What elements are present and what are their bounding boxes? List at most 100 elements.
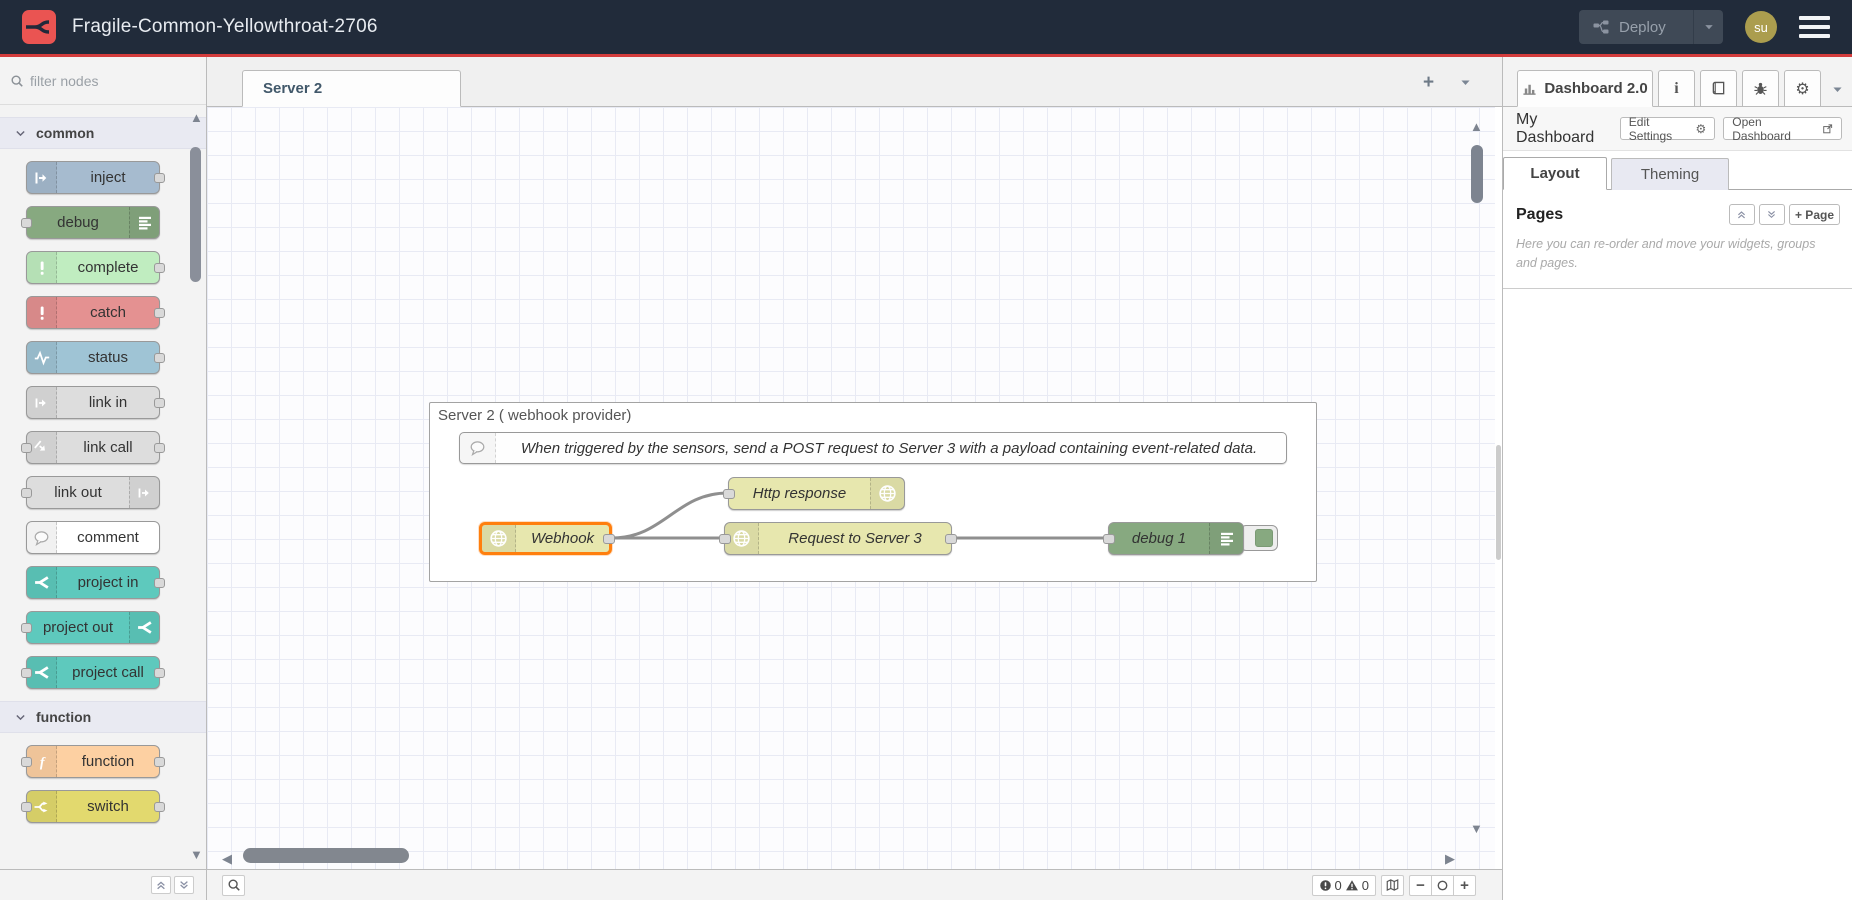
filter-nodes-input[interactable] bbox=[30, 73, 180, 89]
tab-layout[interactable]: Layout bbox=[1503, 157, 1607, 190]
palette-node-project-call[interactable]: project call bbox=[26, 656, 160, 689]
main-menu-button[interactable] bbox=[1799, 16, 1830, 38]
scroll-up-icon[interactable]: ▲ bbox=[190, 111, 203, 124]
collapse-pages-button[interactable] bbox=[1729, 204, 1755, 225]
palette-node-status[interactable]: status bbox=[26, 341, 160, 374]
palette-category-function[interactable]: function bbox=[0, 701, 206, 733]
canvas-hscrollbar-thumb[interactable] bbox=[243, 848, 409, 863]
user-avatar[interactable]: su bbox=[1745, 11, 1777, 43]
node-output-port[interactable] bbox=[154, 668, 165, 678]
palette-node-project-out[interactable]: project out bbox=[26, 611, 160, 644]
node-input-port[interactable] bbox=[1103, 534, 1115, 544]
palette-node-debug[interactable]: debug bbox=[26, 206, 160, 239]
flow-node-request-to-server-3[interactable]: Request to Server 3 bbox=[724, 522, 952, 555]
palette-node-link-in[interactable]: link in bbox=[26, 386, 160, 419]
open-dashboard-button[interactable]: Open Dashboard bbox=[1723, 117, 1842, 140]
zoom-in-button[interactable]: + bbox=[1453, 875, 1476, 896]
deploy-options-button[interactable] bbox=[1693, 10, 1723, 44]
tab-info[interactable]: i bbox=[1658, 70, 1695, 107]
node-output-port[interactable] bbox=[154, 263, 165, 273]
node-output-port[interactable] bbox=[154, 443, 165, 453]
debug-icon bbox=[1219, 530, 1235, 547]
tab-dashboard-2[interactable]: Dashboard 2.0 bbox=[1517, 70, 1653, 107]
instance-title: Fragile-Common-Yellowthroat-2706 bbox=[72, 16, 378, 38]
node-output-port[interactable] bbox=[154, 308, 165, 318]
sidebar-splitter[interactable] bbox=[1495, 107, 1502, 869]
node-output-port[interactable] bbox=[603, 534, 615, 544]
node-output-port[interactable] bbox=[154, 398, 165, 408]
node-input-port[interactable] bbox=[21, 757, 32, 767]
add-page-button[interactable]: + Page bbox=[1789, 204, 1840, 225]
scroll-down-icon[interactable]: ▼ bbox=[190, 848, 203, 861]
palette-node-link-out[interactable]: link out bbox=[26, 476, 160, 509]
minus-icon: − bbox=[1416, 878, 1425, 893]
palette-node-function[interactable]: ffunction bbox=[26, 745, 160, 778]
node-input-port[interactable] bbox=[21, 443, 32, 453]
deploy-button[interactable]: Deploy bbox=[1579, 10, 1723, 44]
node-output-port[interactable] bbox=[154, 578, 165, 588]
palette-node-link-call[interactable]: link call bbox=[26, 431, 160, 464]
exclamation-icon bbox=[34, 259, 50, 277]
flow-node-label: Request to Server 3 bbox=[759, 523, 951, 554]
palette-node-complete[interactable]: complete bbox=[26, 251, 160, 284]
canvas-scroll-up-icon[interactable]: ▲ bbox=[1470, 120, 1483, 133]
sidebar-tab-list-button[interactable] bbox=[1831, 83, 1844, 96]
palette-node-project-in[interactable]: project in bbox=[26, 566, 160, 599]
palette-node-inject[interactable]: inject bbox=[26, 161, 160, 194]
palette-node-catch[interactable]: catch bbox=[26, 296, 160, 329]
canvas-vscrollbar-thumb[interactable] bbox=[1471, 145, 1483, 203]
node-input-port[interactable] bbox=[21, 668, 32, 678]
tab-config-nodes[interactable]: ⚙ bbox=[1784, 70, 1821, 107]
flow-node-debug-1[interactable]: debug 1 bbox=[1108, 522, 1244, 555]
node-input-port[interactable] bbox=[719, 534, 731, 544]
palette-category-label: function bbox=[36, 709, 91, 725]
tab-help[interactable] bbox=[1700, 70, 1737, 107]
node-output-port[interactable] bbox=[154, 353, 165, 363]
node-output-port[interactable] bbox=[154, 173, 165, 183]
expand-pages-button[interactable] bbox=[1759, 204, 1785, 225]
tab-theming[interactable]: Theming bbox=[1611, 158, 1729, 190]
debug-enable-toggle[interactable] bbox=[1240, 525, 1278, 551]
palette-scrollbar-thumb[interactable] bbox=[190, 147, 201, 282]
edit-settings-button[interactable]: Edit Settings ⚙ bbox=[1620, 117, 1715, 140]
canvas-scroll-right-icon[interactable]: ▶ bbox=[1445, 852, 1455, 865]
node-input-port[interactable] bbox=[21, 218, 32, 228]
node-input-port[interactable] bbox=[21, 802, 32, 812]
comment-node[interactable]: When triggered by the sensors, send a PO… bbox=[459, 432, 1287, 464]
palette-node-switch[interactable]: switch bbox=[26, 790, 160, 823]
sidebar-divider bbox=[1503, 288, 1852, 289]
palette-category-common[interactable]: common bbox=[0, 117, 206, 149]
palette-node-comment[interactable]: comment bbox=[26, 521, 160, 554]
flow-canvas[interactable]: ▲ ▼ ◀ ▶ Server 2 ( webhook provider)When… bbox=[207, 107, 1495, 869]
navigator-button[interactable] bbox=[1381, 875, 1404, 896]
zoom-reset-button[interactable] bbox=[1431, 875, 1454, 896]
expand-all-categories-button[interactable] bbox=[174, 876, 194, 894]
canvas-scroll-left-icon[interactable]: ◀ bbox=[222, 852, 232, 865]
theming-tab-label: Theming bbox=[1641, 166, 1699, 183]
flow-node-webhook[interactable]: Webhook bbox=[479, 522, 612, 555]
link-in-icon bbox=[34, 395, 50, 411]
node-input-port[interactable] bbox=[21, 623, 32, 633]
node-icon-region bbox=[27, 252, 57, 283]
node-output-port[interactable] bbox=[945, 534, 957, 544]
canvas-search-button[interactable] bbox=[222, 875, 245, 896]
caret-down-icon bbox=[1831, 83, 1844, 96]
tab-debug[interactable] bbox=[1742, 70, 1779, 107]
flow-status-button[interactable]: 0 0 bbox=[1312, 875, 1376, 896]
flow-tab-server-2[interactable]: Server 2 bbox=[242, 70, 461, 107]
flow-node-http-response[interactable]: Http response bbox=[728, 477, 905, 510]
node-output-port[interactable] bbox=[154, 757, 165, 767]
node-icon-region bbox=[27, 162, 57, 193]
node-output-port[interactable] bbox=[154, 802, 165, 812]
canvas-scroll-down-icon[interactable]: ▼ bbox=[1470, 822, 1483, 835]
flow-list-button[interactable] bbox=[1459, 76, 1472, 89]
link-out-icon bbox=[137, 485, 153, 501]
zoom-out-button[interactable]: − bbox=[1409, 875, 1432, 896]
node-icon-region bbox=[870, 478, 904, 509]
add-flow-button[interactable]: + bbox=[1423, 73, 1434, 92]
collapse-all-categories-button[interactable] bbox=[151, 876, 171, 894]
book-icon bbox=[1711, 81, 1726, 96]
node-input-port[interactable] bbox=[723, 489, 735, 499]
node-input-port[interactable] bbox=[21, 488, 32, 498]
palette-scrollbar[interactable]: ▲ ▼ bbox=[188, 105, 204, 869]
